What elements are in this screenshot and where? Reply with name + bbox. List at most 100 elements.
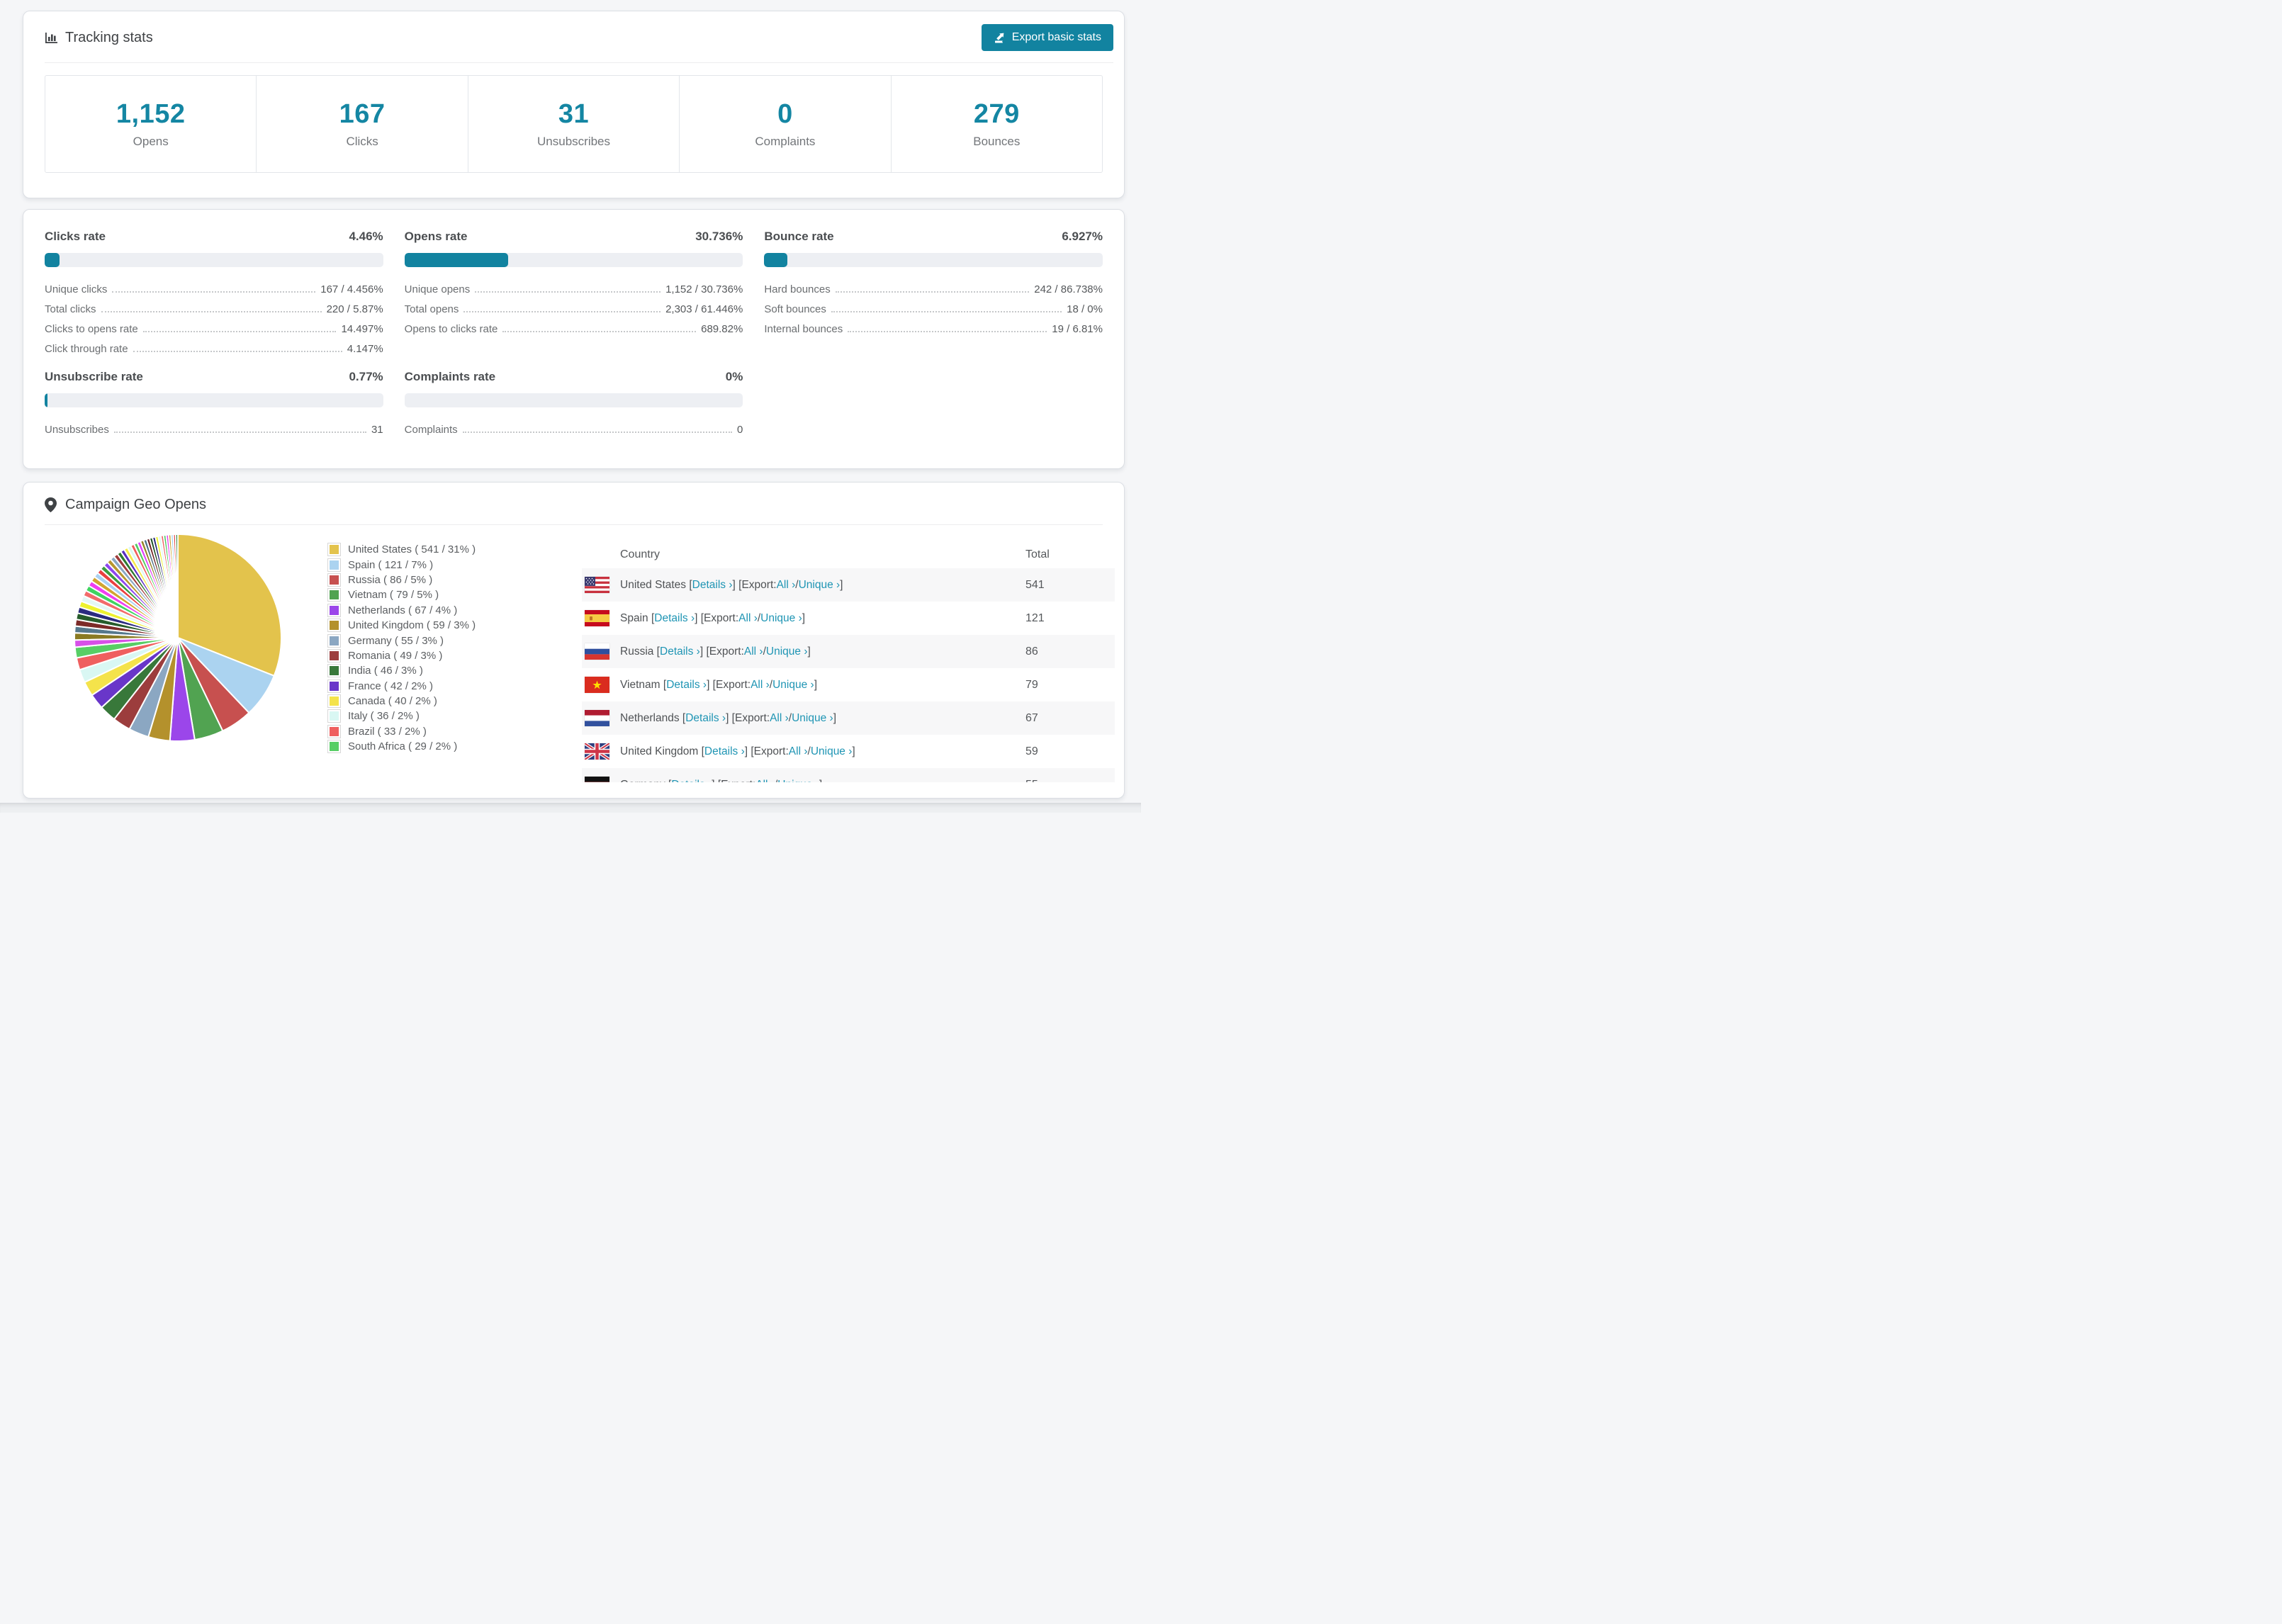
rate-detail-row: Soft bounces 18 / 0% — [764, 298, 1103, 317]
details-link[interactable]: Details › — [666, 679, 707, 692]
geo-row-text: Russia [ — [620, 645, 660, 658]
legend-label: Russia ( 86 / 5% ) — [348, 573, 433, 586]
geo-row-text: ] — [840, 578, 843, 591]
stat-value: 167 — [339, 99, 386, 129]
export-basic-stats-button[interactable]: Export basic stats — [981, 24, 1113, 51]
rate-detail-label: Opens to clicks rate — [404, 323, 498, 335]
geo-country-cell: Spain [Details ›] [Export: All › / Uniqu… — [582, 610, 1025, 626]
export-all-link[interactable]: All › — [744, 645, 763, 658]
rate-block-clicks-rate: Clicks rate 4.46% Unique clicks 167 / 4.456… — [45, 230, 383, 357]
export-all-link[interactable]: All › — [770, 712, 789, 725]
stat-value: 1,152 — [116, 99, 186, 129]
dotted-leader — [112, 291, 316, 293]
geo-row-text: ] [Export: — [699, 645, 744, 658]
geo-row-text: ] — [819, 779, 822, 783]
geo-row-text: ] [Export: — [732, 578, 777, 591]
rate-progress-bar — [764, 253, 1103, 267]
rate-block-complaints-rate: Complaints rate 0% Complaints 0 — [404, 370, 743, 438]
rate-title: Opens rate — [404, 230, 468, 243]
export-icon — [994, 33, 1004, 43]
rate-progress-fill — [764, 253, 788, 267]
details-link[interactable]: Details › — [704, 745, 745, 758]
legend-swatch — [328, 695, 340, 708]
geo-row-text: ] — [814, 678, 818, 691]
geo-total-cell: 541 — [1025, 578, 1045, 591]
rate-detail-label: Complaints — [404, 424, 458, 436]
legend-swatch — [328, 740, 340, 753]
geo-country-cell: Germany [Details ›] [Export: All › / Uni… — [582, 777, 1025, 782]
details-link[interactable]: Details › — [671, 779, 712, 783]
geo-row-text: Spain [ — [620, 611, 655, 624]
export-all-link[interactable]: All › — [777, 579, 796, 592]
rate-detail-value: 242 / 86.738% — [1034, 283, 1103, 295]
rate-detail-label: Soft bounces — [764, 303, 826, 315]
dotted-leader — [463, 311, 661, 312]
dotted-leader — [475, 291, 661, 293]
geo-total-cell: 67 — [1025, 711, 1038, 724]
rate-detail-row: Unique opens 1,152 / 30.736% — [405, 278, 743, 298]
rate-detail-value: 19 / 6.81% — [1052, 323, 1103, 335]
rate-detail-label: Clicks to opens rate — [45, 323, 138, 335]
export-all-link[interactable]: All › — [789, 745, 808, 758]
geo-table-row-vietnam: Vietnam [Details ›] [Export: All › / Uni… — [582, 668, 1115, 701]
geo-table-header-country: Country — [620, 548, 661, 560]
stat-label: Unsubscribes — [537, 135, 611, 148]
details-link[interactable]: Details › — [692, 579, 733, 592]
export-unique-link[interactable]: Unique › — [799, 579, 841, 592]
tracking-stats-header: Tracking stats Export basic stats — [45, 11, 1113, 63]
rates-card: Clicks rate 4.46% Unique clicks 167 / 4.456… — [23, 209, 1125, 469]
map-pin-icon — [45, 497, 57, 512]
tracking-stats-title: Tracking stats — [45, 30, 153, 46]
legend-item: Spain ( 121 / 7% ) — [328, 557, 476, 572]
rate-detail-row: Clicks to opens rate 14.497% — [45, 317, 383, 337]
geo-total-cell: 59 — [1025, 745, 1038, 757]
geo-header: Campaign Geo Opens — [45, 483, 1103, 525]
rate-detail-label: Total clicks — [45, 303, 96, 315]
rate-detail-value: 18 / 0% — [1067, 303, 1103, 315]
rate-progress-bar — [404, 393, 743, 407]
export-unique-link[interactable]: Unique › — [777, 779, 819, 783]
geo-row-text: Vietnam [ — [620, 678, 667, 691]
rate-detail-label: Hard bounces — [764, 283, 831, 295]
geo-total-cell: 121 — [1025, 611, 1045, 624]
nl-flag-icon — [585, 710, 609, 726]
rate-detail-value: 220 / 5.87% — [326, 303, 383, 315]
stat-tile-bounces: 279 Bounces — [890, 76, 1102, 172]
details-link[interactable]: Details › — [685, 712, 726, 725]
de-flag-icon — [585, 777, 609, 782]
rate-value: 30.736% — [695, 230, 743, 243]
geo-pie-chart — [72, 531, 284, 744]
export-unique-link[interactable]: Unique › — [772, 679, 814, 692]
dotted-leader — [502, 331, 697, 332]
geo-table-row-spain: Spain [Details ›] [Export: All › / Uniqu… — [582, 602, 1115, 635]
export-unique-link[interactable]: Unique › — [811, 745, 853, 758]
geo-row-text: ] [Export: — [712, 779, 755, 783]
legend-item: Italy ( 36 / 2% ) — [328, 709, 476, 723]
legend-item: Germany ( 55 / 3% ) — [328, 633, 476, 648]
legend-swatch — [328, 649, 340, 662]
geo-row-text: United Kingdom [ — [620, 745, 704, 757]
legend-swatch — [328, 680, 340, 692]
legend-label: Netherlands ( 67 / 4% ) — [348, 604, 458, 616]
dotted-leader — [462, 432, 732, 433]
export-all-link[interactable]: All › — [755, 779, 775, 783]
rate-detail-row: Internal bounces 19 / 6.81% — [764, 317, 1103, 337]
legend-item: France ( 42 / 2% ) — [328, 679, 476, 694]
export-all-link[interactable]: All › — [738, 612, 758, 625]
export-unique-link[interactable]: Unique › — [760, 612, 802, 625]
rate-detail-label: Unique clicks — [45, 283, 108, 295]
rate-title: Clicks rate — [45, 230, 106, 243]
legend-swatch — [328, 665, 340, 677]
rate-detail-value: 689.82% — [701, 323, 743, 335]
details-link[interactable]: Details › — [660, 645, 700, 658]
details-link[interactable]: Details › — [654, 612, 695, 625]
export-unique-link[interactable]: Unique › — [792, 712, 833, 725]
stat-tile-unsubscribes: 31 Unsubscribes — [467, 76, 679, 172]
geo-title: Campaign Geo Opens — [65, 497, 207, 512]
export-all-link[interactable]: All › — [751, 679, 770, 692]
export-unique-link[interactable]: Unique › — [766, 645, 808, 658]
rate-detail-value: 2,303 / 61.446% — [665, 303, 743, 315]
stat-tile-clicks: 167 Clicks — [256, 76, 467, 172]
geo-table-row-united-kingdom: United Kingdom [Details ›] [Export: All … — [582, 735, 1115, 768]
geo-table-row-germany: Germany [Details ›] [Export: All › / Uni… — [582, 768, 1115, 782]
